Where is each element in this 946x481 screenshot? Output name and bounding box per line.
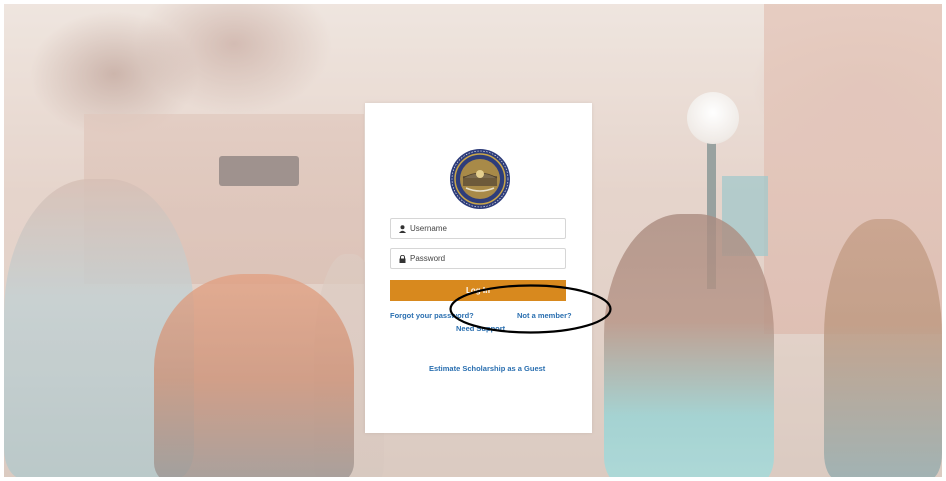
state-seal-icon xyxy=(450,149,510,209)
not-member-link[interactable]: Not a member? xyxy=(517,311,572,320)
guest-estimate-link[interactable]: Estimate Scholarship as a Guest xyxy=(429,364,545,373)
password-field[interactable] xyxy=(390,248,566,269)
password-input[interactable] xyxy=(410,254,560,263)
user-icon xyxy=(394,224,410,233)
username-field[interactable] xyxy=(390,218,566,239)
login-card: Log In Forgot your password? Not a membe… xyxy=(365,103,592,433)
lock-icon xyxy=(394,254,410,263)
username-input[interactable] xyxy=(410,224,560,233)
login-button[interactable]: Log In xyxy=(390,280,566,301)
need-support-link[interactable]: Need Support xyxy=(456,324,505,333)
forgot-password-link[interactable]: Forgot your password? xyxy=(390,311,474,320)
